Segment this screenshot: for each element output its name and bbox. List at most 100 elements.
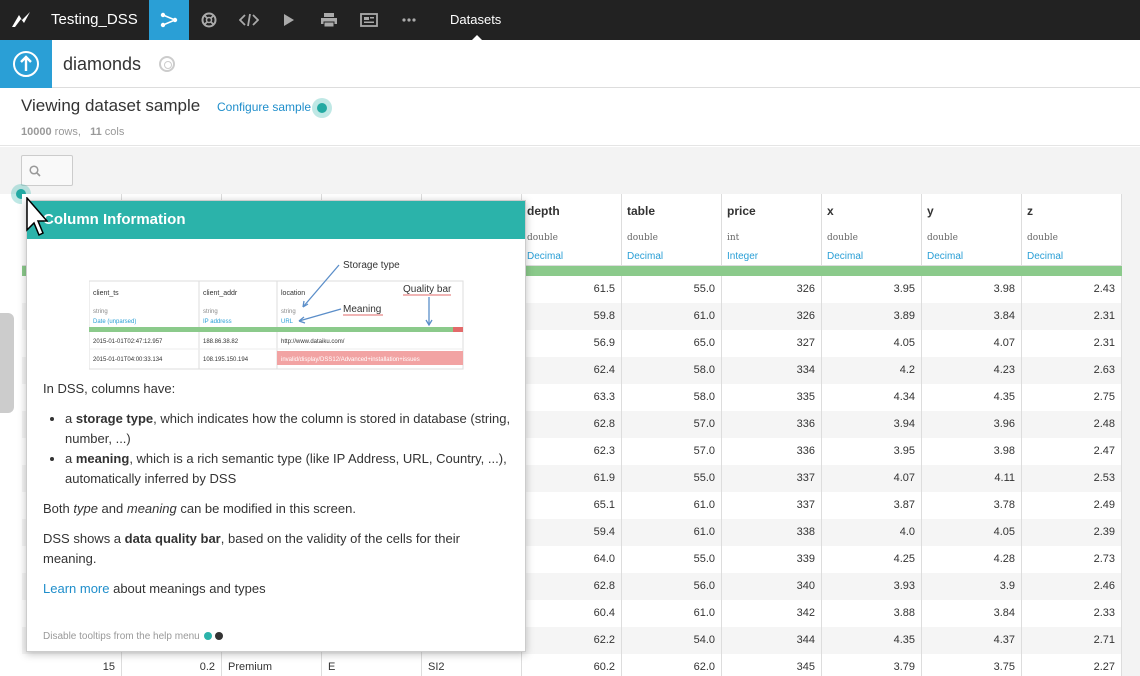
table-cell[interactable]: 340 [722, 573, 822, 600]
dataset-status-icon[interactable] [159, 56, 175, 72]
learn-more-link[interactable]: Learn more [43, 581, 109, 596]
table-cell[interactable]: 56.0 [622, 573, 722, 600]
table-cell[interactable]: 57.0 [622, 438, 722, 465]
table-cell[interactable]: 4.25 [822, 546, 922, 573]
help-icon[interactable] [203, 632, 212, 641]
table-cell[interactable]: 62.3 [522, 438, 622, 465]
table-cell[interactable]: 62.8 [522, 411, 622, 438]
flow-icon[interactable] [149, 0, 189, 40]
table-cell[interactable]: 58.0 [622, 357, 722, 384]
table-cell[interactable]: 2.27 [1022, 654, 1122, 676]
table-cell[interactable]: 60.2 [522, 654, 622, 676]
table-cell[interactable]: 60.4 [522, 600, 622, 627]
table-cell[interactable]: 336 [722, 438, 822, 465]
table-cell[interactable]: 338 [722, 519, 822, 546]
dataiku-logo-icon[interactable] [0, 0, 42, 40]
table-cell[interactable]: 55.0 [622, 546, 722, 573]
column-header-z[interactable]: z double Decimal [1022, 194, 1122, 266]
table-cell[interactable]: 61.9 [522, 465, 622, 492]
table-cell[interactable]: 55.0 [622, 276, 722, 303]
table-cell[interactable]: 337 [722, 465, 822, 492]
code-icon[interactable] [229, 0, 269, 40]
table-cell[interactable]: 61.0 [622, 600, 722, 627]
table-cell[interactable]: 334 [722, 357, 822, 384]
table-cell[interactable]: 3.75 [922, 654, 1022, 676]
table-cell[interactable]: 57.0 [622, 411, 722, 438]
table-cell[interactable]: 65.0 [622, 330, 722, 357]
table-row[interactable]: 15 0.2 Premium E SI2 60.2 62.0 345 3.79 … [22, 654, 1122, 676]
table-cell[interactable]: 4.23 [922, 357, 1022, 384]
notebook-icon[interactable] [349, 0, 389, 40]
table-cell[interactable]: 3.78 [922, 492, 1022, 519]
table-cell[interactable]: 339 [722, 546, 822, 573]
table-cell[interactable]: 4.37 [922, 627, 1022, 654]
table-cell[interactable]: 3.98 [922, 276, 1022, 303]
table-cell[interactable]: 3.9 [922, 573, 1022, 600]
column-storage-type[interactable]: double [1027, 233, 1058, 243]
configure-sample-link[interactable]: Configure sample [217, 100, 311, 114]
table-cell[interactable]: 327 [722, 330, 822, 357]
table-cell[interactable]: 335 [722, 384, 822, 411]
table-cell[interactable]: 3.94 [822, 411, 922, 438]
column-header-y[interactable]: y double Decimal [922, 194, 1022, 266]
more-icon[interactable] [389, 0, 429, 40]
table-cell[interactable]: 4.11 [922, 465, 1022, 492]
table-cell[interactable]: 61.5 [522, 276, 622, 303]
help-hotspot-icon[interactable] [312, 98, 332, 118]
table-cell[interactable]: 336 [722, 411, 822, 438]
column-header-depth[interactable]: depth double Decimal [522, 194, 622, 266]
table-cell[interactable]: 61.0 [622, 303, 722, 330]
table-cell[interactable]: 2.53 [1022, 465, 1122, 492]
column-meaning[interactable]: Integer [727, 251, 758, 262]
table-cell[interactable]: 3.88 [822, 600, 922, 627]
table-cell[interactable]: Premium [222, 654, 322, 676]
table-cell[interactable]: SI2 [422, 654, 522, 676]
table-cell[interactable]: 4.34 [822, 384, 922, 411]
table-cell[interactable]: 2.31 [1022, 303, 1122, 330]
search-input[interactable] [21, 155, 73, 186]
table-cell[interactable]: 58.0 [622, 384, 722, 411]
table-cell[interactable]: 15 [22, 654, 122, 676]
column-meaning[interactable]: Decimal [1027, 251, 1063, 262]
project-name[interactable]: Testing_DSS [51, 0, 138, 40]
table-cell[interactable]: 2.75 [1022, 384, 1122, 411]
lifebuoy-icon[interactable] [189, 0, 229, 40]
table-cell[interactable]: 4.05 [922, 519, 1022, 546]
table-cell[interactable]: 4.05 [822, 330, 922, 357]
table-cell[interactable]: 65.1 [522, 492, 622, 519]
table-cell[interactable]: 62.4 [522, 357, 622, 384]
column-storage-type[interactable]: int [727, 233, 739, 243]
upload-dataset-icon[interactable] [0, 40, 52, 88]
column-storage-type[interactable]: double [527, 233, 558, 243]
table-cell[interactable]: 2.33 [1022, 600, 1122, 627]
table-cell[interactable]: 3.98 [922, 438, 1022, 465]
column-meaning[interactable]: Decimal [827, 251, 863, 262]
table-cell[interactable]: 344 [722, 627, 822, 654]
table-cell[interactable]: 62.0 [622, 654, 722, 676]
table-cell[interactable]: 3.87 [822, 492, 922, 519]
table-cell[interactable]: 337 [722, 492, 822, 519]
question-icon[interactable] [214, 632, 223, 641]
table-cell[interactable]: 3.96 [922, 411, 1022, 438]
table-cell[interactable]: 3.95 [822, 438, 922, 465]
table-cell[interactable]: 55.0 [622, 465, 722, 492]
table-cell[interactable]: 0.2 [122, 654, 222, 676]
table-cell[interactable]: 56.9 [522, 330, 622, 357]
table-cell[interactable]: 2.63 [1022, 357, 1122, 384]
table-cell[interactable]: 2.49 [1022, 492, 1122, 519]
table-cell[interactable]: 2.73 [1022, 546, 1122, 573]
table-cell[interactable]: 3.84 [922, 600, 1022, 627]
column-header-table[interactable]: table double Decimal [622, 194, 722, 266]
table-cell[interactable]: 62.8 [522, 573, 622, 600]
table-cell[interactable]: 63.3 [522, 384, 622, 411]
column-storage-type[interactable]: double [827, 233, 858, 243]
table-cell[interactable]: 4.35 [922, 384, 1022, 411]
table-cell[interactable]: 4.07 [822, 465, 922, 492]
nav-datasets[interactable]: Datasets [450, 0, 501, 40]
table-cell[interactable]: 61.0 [622, 519, 722, 546]
column-meaning[interactable]: Decimal [627, 251, 663, 262]
table-cell[interactable]: 2.48 [1022, 411, 1122, 438]
table-cell[interactable]: 2.46 [1022, 573, 1122, 600]
table-cell[interactable]: E [322, 654, 422, 676]
table-cell[interactable]: 61.0 [622, 492, 722, 519]
